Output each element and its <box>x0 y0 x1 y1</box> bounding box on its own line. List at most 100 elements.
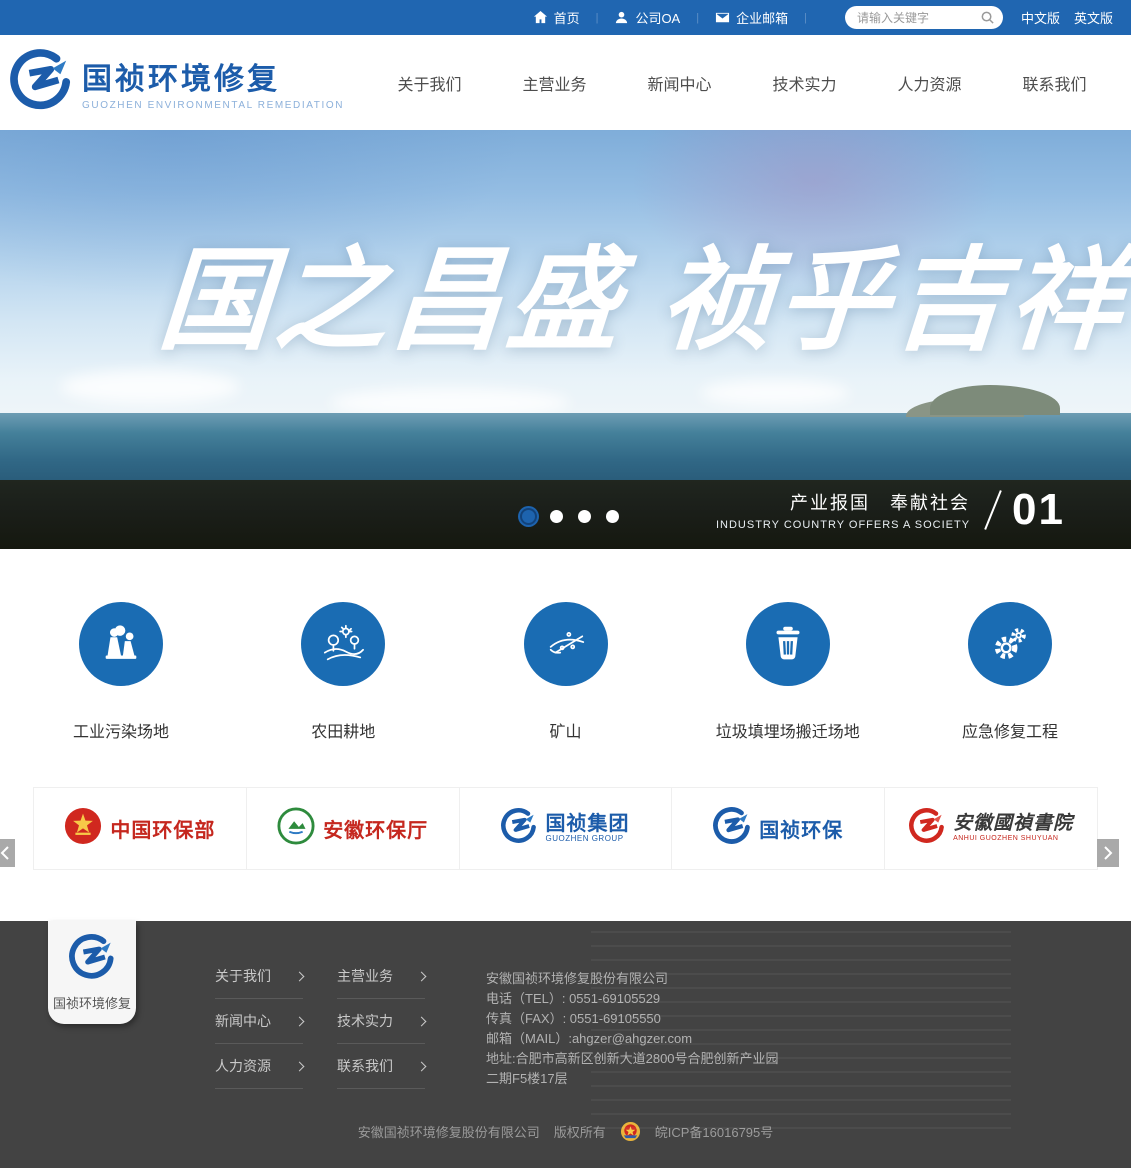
banner-headline: 国之昌盛祯乎吉祥 <box>154 210 995 372</box>
service-label: 农田耕地 <box>311 718 375 742</box>
search-icon[interactable] <box>980 10 995 25</box>
site-header: 国祯环境修复 GUOZHEN ENVIRONMENTAL REMEDIATION… <box>0 35 1131 130</box>
partner-subtitle: ANHUI GUOZHEN SHUYUAN <box>953 835 1073 843</box>
search-input[interactable] <box>857 11 980 25</box>
china-emblem-icon <box>64 807 102 850</box>
logo-title: 国祯环境修复 <box>82 54 344 98</box>
services-section: 工业污染场地 农田耕地 矿山 <box>0 549 1131 761</box>
partner-name: 安徽环保厅 <box>323 814 428 843</box>
enterprise-mail-link[interactable]: 企业邮箱 <box>715 8 788 27</box>
headline-right: 祯乎吉祥 <box>657 238 1130 363</box>
company-name: 安徽国祯环境修复股份有限公司 <box>486 969 779 989</box>
factory-icon <box>79 602 163 686</box>
footer-logo-label: 国祯环境修复 <box>53 993 131 1012</box>
trash-bin-icon <box>746 602 830 686</box>
company-tel: 电话（TEL）: 0551-69105529 <box>486 989 779 1009</box>
home-link[interactable]: 首页 <box>533 8 580 27</box>
service-industrial-site[interactable]: 工业污染场地 <box>36 602 206 761</box>
footer-logo-card: 国祯环境修复 <box>48 921 136 1024</box>
partner-guozhen-env[interactable]: 国祯环保 <box>672 788 885 869</box>
copyright-text: 版权所有 <box>554 1122 606 1141</box>
carousel-next-button[interactable] <box>1097 839 1119 867</box>
partner-guozhen-group[interactable]: 国祯集团 GUOZHEN GROUP <box>460 788 673 869</box>
footer-link-label: 技术实力 <box>337 1011 393 1031</box>
chevron-right-icon <box>295 1016 305 1026</box>
partner-guozhen-academy[interactable]: 安徽國禎書院 ANHUI GUOZHEN SHUYUAN <box>885 788 1097 869</box>
site-logo[interactable]: 国祯环境修复 GUOZHEN ENVIRONMENTAL REMEDIATION <box>10 49 344 116</box>
service-emergency-repair[interactable]: 应急修复工程 <box>925 602 1095 761</box>
home-label: 首页 <box>554 8 580 27</box>
slide-number: 01 <box>1012 485 1065 535</box>
chevron-right-icon <box>295 1061 305 1071</box>
footer-link-news[interactable]: 新闻中心 <box>215 1011 303 1044</box>
nav-news[interactable]: 新闻中心 <box>617 61 742 105</box>
user-icon <box>614 10 629 25</box>
carousel-dot-1[interactable] <box>522 510 535 523</box>
company-mail: 邮箱（MAIL）:ahgzer@ahgzer.com <box>486 1029 779 1049</box>
service-label: 工业污染场地 <box>73 718 169 742</box>
carousel-dot-2[interactable] <box>550 510 563 523</box>
footer-link-label: 主营业务 <box>337 966 393 986</box>
separator: | <box>596 12 599 24</box>
partner-name: 安徽國禎書院 <box>953 814 1073 835</box>
service-landfill[interactable]: 垃圾填埋场搬迁场地 <box>703 602 873 761</box>
service-label: 矿山 <box>549 718 581 742</box>
farmland-icon <box>301 602 385 686</box>
footer: 国祯环境修复 关于我们 主营业务 新闻中心 技术实力 人力资源 联系我们 安徽国… <box>0 921 1131 1168</box>
separator: | <box>696 12 699 24</box>
lang-chinese-link[interactable]: 中文版 <box>1021 8 1060 27</box>
guozhen-logo-icon <box>69 934 115 985</box>
footer-link-hr[interactable]: 人力资源 <box>215 1056 303 1089</box>
logo-subtitle: GUOZHEN ENVIRONMENTAL REMEDIATION <box>82 100 344 111</box>
footer-link-label: 新闻中心 <box>215 1011 271 1031</box>
partner-logos: 中国环保部 安徽环保厅 国祯集团 GU <box>33 787 1098 870</box>
guozhen-academy-logo-icon <box>909 808 945 849</box>
service-mine[interactable]: 矿山 <box>481 602 651 761</box>
service-farmland[interactable]: 农田耕地 <box>258 602 428 761</box>
footer-link-label: 关于我们 <box>215 966 271 986</box>
carousel-dot-4[interactable] <box>606 510 619 523</box>
mine-icon <box>524 602 608 686</box>
copyright-company: 安徽国祯环境修复股份有限公司 <box>358 1122 540 1141</box>
search-box[interactable] <box>845 6 1003 29</box>
banner-caption: 产业报国 奉献社会 INDUSTRY COUNTRY OFFERS A SOCI… <box>716 485 1065 535</box>
carousel-dots <box>522 510 619 523</box>
chevron-right-icon <box>295 971 305 981</box>
home-icon <box>533 10 548 25</box>
nav-contact[interactable]: 联系我们 <box>992 61 1117 105</box>
guozhen-logo-icon <box>10 49 72 116</box>
cloud <box>60 370 240 404</box>
separator: | <box>804 12 807 24</box>
copyright-bar: 安徽国祯环境修复股份有限公司 版权所有 皖ICP备16016795号 <box>0 1121 1131 1142</box>
footer-link-label: 人力资源 <box>215 1056 271 1076</box>
chevron-right-icon <box>417 971 427 981</box>
footer-link-technology[interactable]: 技术实力 <box>337 1011 425 1044</box>
icp-record-link[interactable]: 皖ICP备16016795号 <box>655 1122 774 1141</box>
nav-technology[interactable]: 技术实力 <box>742 61 867 105</box>
partner-name: 中国环保部 <box>110 814 215 843</box>
banner-sea <box>0 413 1131 480</box>
headline-left: 国之昌盛 <box>155 238 628 363</box>
carousel-dot-3[interactable] <box>578 510 591 523</box>
footer-link-business[interactable]: 主营业务 <box>337 966 425 999</box>
carousel-prev-button[interactable] <box>0 839 15 867</box>
enterprise-mail-label: 企业邮箱 <box>736 8 788 27</box>
nav-hr[interactable]: 人力资源 <box>867 61 992 105</box>
footer-link-label: 联系我们 <box>337 1056 393 1076</box>
partners-section: 中国环保部 安徽环保厅 国祯集团 GU <box>0 761 1131 921</box>
main-nav: 关于我们 主营业务 新闻中心 技术实力 人力资源 联系我们 <box>367 61 1117 105</box>
company-oa-link[interactable]: 公司OA <box>614 8 680 27</box>
partner-china-mep[interactable]: 中国环保部 <box>34 788 247 869</box>
caption-slash <box>984 490 1002 530</box>
footer-link-contact[interactable]: 联系我们 <box>337 1056 425 1089</box>
nav-about[interactable]: 关于我们 <box>367 61 492 105</box>
partner-anhui-epb[interactable]: 安徽环保厅 <box>247 788 460 869</box>
chevron-right-icon <box>417 1016 427 1026</box>
chevron-right-icon <box>417 1061 427 1071</box>
company-fax: 传真（FAX）: 0551-69105550 <box>486 1009 779 1029</box>
nav-business[interactable]: 主营业务 <box>492 61 617 105</box>
footer-link-about[interactable]: 关于我们 <box>215 966 303 999</box>
lang-english-link[interactable]: 英文版 <box>1074 8 1113 27</box>
guozhen-group-logo-icon <box>501 808 537 849</box>
anhui-epb-emblem-icon <box>277 807 315 850</box>
